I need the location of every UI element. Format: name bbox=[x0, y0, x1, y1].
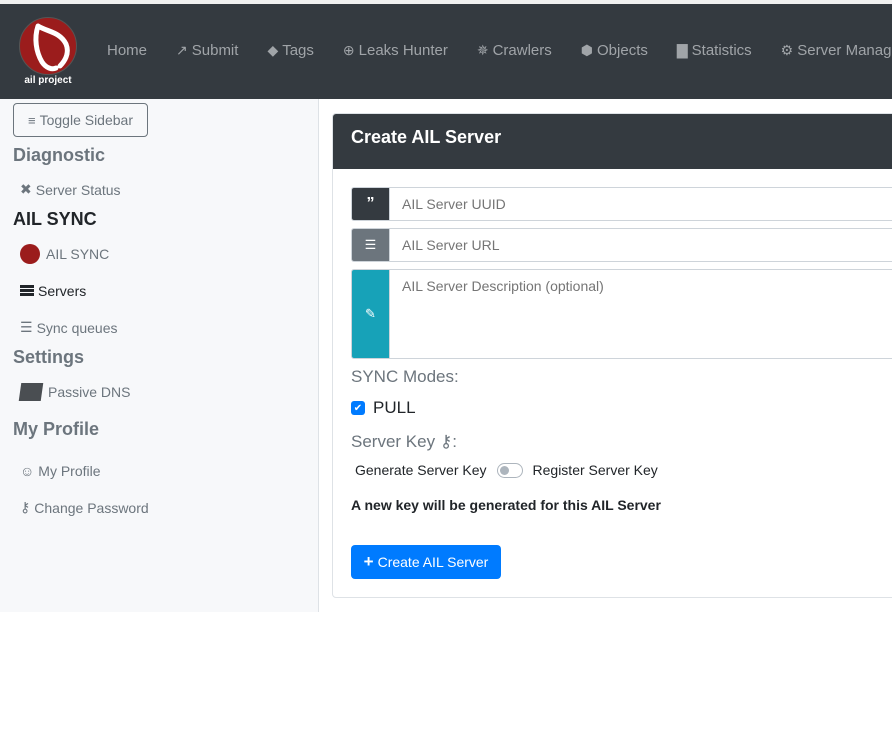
sidebar-item-server-status[interactable]: ✖ Server Status bbox=[20, 181, 121, 198]
nav-label: Submit bbox=[191, 42, 239, 59]
nav-crawlers[interactable]: ✵ Crawlers bbox=[477, 42, 552, 59]
sidebar-section-settings: Settings bbox=[13, 347, 85, 367]
uuid-input-group: ” bbox=[351, 187, 892, 221]
passive-dns-icon bbox=[18, 383, 44, 401]
nav-label: Crawlers bbox=[492, 42, 552, 59]
sidebar-item-change-password[interactable]: ⚷ Change Password bbox=[20, 499, 149, 516]
nav-home[interactable]: Home bbox=[107, 42, 147, 59]
sidebar-item-my-profile[interactable]: ☺ My Profile bbox=[20, 463, 101, 479]
top-navbar: ail project Home ↗ Submit ◆ Tags ⊕ Leaks Hu… bbox=[0, 4, 892, 99]
sync-modes-label: SYNC Modes: bbox=[351, 367, 459, 386]
server-icon: ☰ bbox=[352, 229, 389, 261]
url-input[interactable] bbox=[389, 229, 892, 261]
sidebar-item-passive-dns[interactable]: Passive DNS bbox=[18, 383, 131, 401]
crosshairs-icon: ⊕ bbox=[342, 42, 355, 58]
sidebar-item-label: Passive DNS bbox=[48, 384, 131, 400]
tools-icon: ✖ bbox=[20, 181, 32, 197]
switch-knob bbox=[499, 465, 509, 475]
plus-icon: + bbox=[363, 552, 374, 571]
create-server-label: Create AIL Server bbox=[377, 554, 489, 570]
sidebar-item-ail-sync[interactable]: AIL SYNC bbox=[20, 244, 109, 264]
nav-submit[interactable]: ↗ Submit bbox=[176, 42, 238, 59]
register-key-switch[interactable] bbox=[496, 462, 523, 478]
key-icon: ⚷ bbox=[439, 432, 453, 451]
nav-label: Leaks Hunter bbox=[358, 42, 448, 59]
sidebar-item-label: Server Status bbox=[35, 181, 121, 198]
quote-icon: ” bbox=[352, 188, 389, 220]
pull-checkbox-row[interactable]: ✔ PULL bbox=[351, 398, 416, 418]
toggle-sidebar-label: Toggle Sidebar bbox=[39, 112, 133, 128]
server-key-heading: Server Key ⚷: bbox=[351, 432, 457, 452]
nav-leaks-hunter[interactable]: ⊕ Leaks Hunter bbox=[343, 42, 448, 59]
pull-checkbox[interactable]: ✔ bbox=[351, 401, 365, 415]
server-key-label: Server Key bbox=[351, 432, 436, 451]
nav-label: Tags bbox=[282, 42, 314, 59]
gear-icon: ⚙ bbox=[780, 42, 794, 58]
logo-text: ail project bbox=[24, 75, 72, 86]
cube-icon: ⬢ bbox=[580, 42, 594, 58]
external-link-icon: ↗ bbox=[176, 42, 188, 58]
create-server-button[interactable]: + Create AIL Server bbox=[351, 545, 501, 579]
ail-logo[interactable]: ail project bbox=[18, 17, 78, 89]
nav-label: Server Manage bbox=[797, 42, 892, 59]
description-input[interactable] bbox=[389, 270, 892, 358]
ail-logo-mark bbox=[19, 17, 77, 75]
register-key-label: Register Server Key bbox=[532, 462, 658, 478]
list-icon: ☰ bbox=[20, 319, 33, 335]
key-icon: ⚷ bbox=[20, 499, 31, 515]
sidebar-item-label: Servers bbox=[38, 283, 87, 299]
sidebar-section-diagnostic: Diagnostic bbox=[13, 145, 106, 165]
toggle-sidebar-button[interactable]: ≡ Toggle Sidebar bbox=[13, 103, 148, 137]
nav-label: Home bbox=[107, 42, 148, 59]
server-key-toggle-row: Generate Server Key Register Server Key bbox=[355, 462, 658, 478]
uuid-input[interactable] bbox=[389, 188, 892, 220]
tag-icon: ◆ bbox=[267, 42, 279, 58]
sidebar-section-ail-sync: AIL SYNC bbox=[13, 209, 97, 229]
sidebar: ≡ Toggle Sidebar Diagnostic ✖ Server Statu… bbox=[0, 99, 319, 612]
chart-bar-icon: ▇ bbox=[676, 42, 688, 58]
sidebar-item-label: My Profile bbox=[38, 463, 101, 479]
card-title: Create AIL Server bbox=[333, 114, 892, 169]
pencil-icon: ✎ bbox=[352, 270, 389, 358]
create-server-card: Create AIL Server ” ☰ ✎ SYNC Modes: ✔ PU… bbox=[332, 113, 892, 598]
nav-statistics[interactable]: ▇ Statistics bbox=[677, 42, 752, 59]
sidebar-item-sync-queues[interactable]: ☰ Sync queues bbox=[20, 319, 118, 336]
nav-label: Statistics bbox=[691, 42, 752, 59]
sidebar-item-label: Sync queues bbox=[36, 319, 118, 336]
align-left-icon: ≡ bbox=[28, 112, 36, 128]
generate-key-label: Generate Server Key bbox=[355, 462, 487, 478]
sidebar-item-servers[interactable]: Servers bbox=[20, 283, 86, 299]
pull-label: PULL bbox=[373, 398, 416, 417]
nav-server-management[interactable]: ⚙ Server Manage bbox=[781, 42, 892, 59]
server-icon bbox=[20, 285, 34, 297]
server-key-suffix: : bbox=[452, 432, 458, 451]
main-nav: Home ↗ Submit ◆ Tags ⊕ Leaks Hunter ✵ Crawle… bbox=[107, 42, 892, 59]
key-note: A new key will be generated for this AIL… bbox=[351, 497, 661, 513]
nav-label: Objects bbox=[597, 42, 648, 59]
ail-sync-logo-icon bbox=[20, 244, 42, 264]
sidebar-item-label: AIL SYNC bbox=[46, 246, 110, 262]
nav-objects[interactable]: ⬢ Objects bbox=[581, 42, 648, 59]
sidebar-section-my-profile: My Profile bbox=[13, 419, 100, 439]
user-edit-icon: ☺ bbox=[20, 463, 35, 479]
description-input-group: ✎ bbox=[351, 269, 892, 359]
url-input-group: ☰ bbox=[351, 228, 892, 262]
sidebar-item-label: Change Password bbox=[34, 499, 149, 516]
nav-tags[interactable]: ◆ Tags bbox=[267, 42, 313, 59]
spider-icon: ✵ bbox=[476, 42, 489, 58]
